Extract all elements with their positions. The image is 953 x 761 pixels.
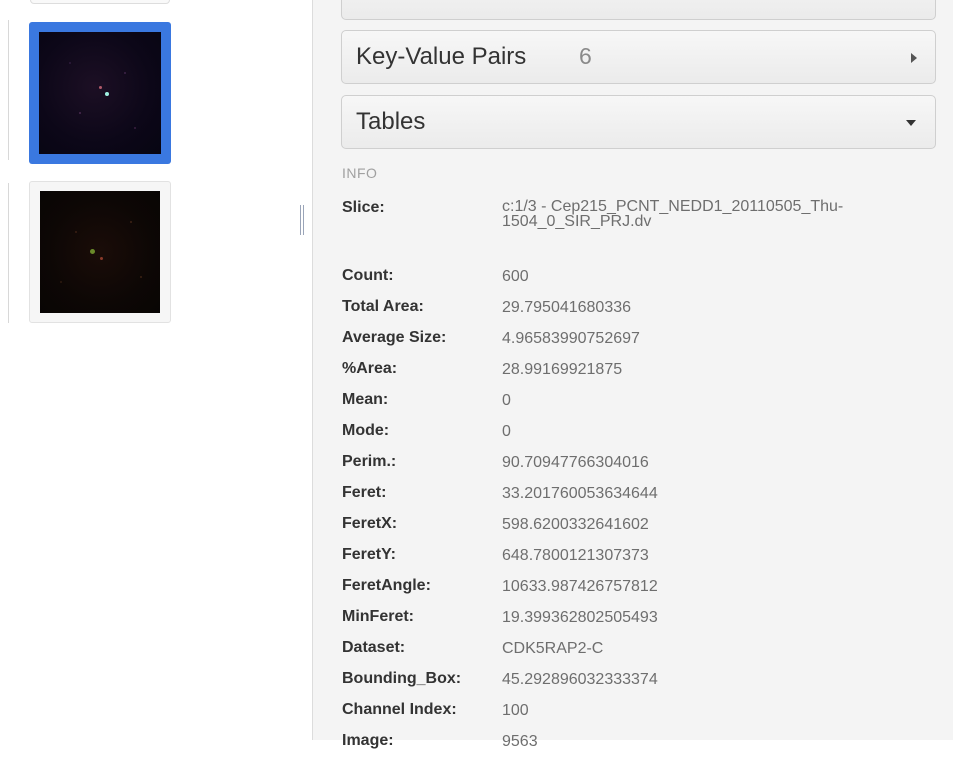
speck: [79, 112, 81, 114]
pane-edge-line: [8, 20, 9, 160]
info-value: 28.99169921875: [502, 361, 623, 378]
info-row: Image: 9563: [342, 730, 932, 761]
info-heading: INFO: [342, 165, 378, 181]
tables-header[interactable]: Tables: [341, 95, 936, 149]
info-key: Slice:: [342, 199, 385, 216]
speck: [130, 221, 132, 223]
info-row: MinFeret: 19.399362802505493: [342, 606, 932, 637]
pane-edge-line: [8, 183, 9, 323]
pane-resize-handle[interactable]: [300, 205, 304, 235]
speck: [90, 249, 95, 254]
info-row: Feret: 33.201760053634644: [342, 482, 932, 513]
info-table: Slice: c:1/3 - Cep215_PCNT_NEDD1_20110505…: [342, 197, 932, 761]
info-row: Dataset: CDK5RAP2-C: [342, 637, 932, 668]
speck: [140, 276, 142, 278]
info-key: Feret:: [342, 484, 387, 501]
panel-header-partial[interactable]: [341, 0, 936, 20]
info-value: 100: [502, 702, 529, 719]
speck: [75, 231, 77, 233]
info-key: %Area:: [342, 360, 398, 377]
info-value: 4.96583990752697: [502, 330, 640, 347]
info-value: 0: [502, 392, 511, 409]
info-row: FeretX: 598.6200332641602: [342, 513, 932, 544]
speck: [124, 72, 126, 74]
info-row: Total Area: 29.795041680336: [342, 296, 932, 327]
speck: [69, 62, 71, 64]
info-key: FeretX:: [342, 515, 398, 532]
info-key: Dataset:: [342, 639, 406, 656]
info-value: 45.292896032333374: [502, 671, 658, 688]
info-value: CDK5RAP2-C: [502, 640, 604, 657]
info-value: 9563: [502, 733, 538, 750]
info-value: 90.70947766304016: [502, 454, 649, 471]
info-value: 600: [502, 268, 529, 285]
metadata-pane: Key-Value Pairs 6 Tables INFO Slice: c:1/…: [312, 0, 953, 750]
speck: [100, 257, 103, 260]
speck: [60, 281, 62, 283]
info-row: Mode: 0: [342, 420, 932, 451]
info-key: Channel Index:: [342, 701, 457, 718]
info-row: Count: 600: [342, 265, 932, 296]
info-row: Bounding_Box: 45.292896032333374: [342, 668, 932, 699]
speck: [105, 92, 109, 96]
info-key: Perim.:: [342, 453, 397, 470]
info-key: MinFeret:: [342, 608, 414, 625]
info-row: Slice: c:1/3 - Cep215_PCNT_NEDD1_20110505…: [342, 197, 932, 265]
info-row: FeretY: 648.7800121307373: [342, 544, 932, 575]
panel-title: Key-Value Pairs: [356, 43, 527, 70]
info-row: Perim.: 90.70947766304016: [342, 451, 932, 482]
info-value: 10633.987426757812: [502, 578, 658, 595]
thumbnail-image: [39, 32, 161, 154]
thumbnail-image: [40, 191, 160, 313]
info-value: 33.201760053634644: [502, 485, 658, 502]
info-key: Image:: [342, 732, 394, 749]
caret-down-icon: [906, 120, 916, 126]
thumbnail-previous[interactable]: [30, 0, 170, 4]
info-row: FeretAngle: 10633.987426757812: [342, 575, 932, 606]
info-value: 19.399362802505493: [502, 609, 658, 626]
info-key: Bounding_Box:: [342, 670, 462, 687]
info-row: Mean: 0: [342, 389, 932, 420]
info-row: %Area: 28.99169921875: [342, 358, 932, 389]
info-row: Average Size: 4.96583990752697: [342, 327, 932, 358]
speck: [99, 86, 102, 89]
info-value: c:1/3 - Cep215_PCNT_NEDD1_20110505_Thu-1…: [502, 198, 844, 230]
thumbnail-pane: [0, 0, 312, 740]
info-key: FeretY:: [342, 546, 396, 563]
info-value: 0: [502, 423, 511, 440]
info-key: Mode:: [342, 422, 390, 439]
thumbnail-selected[interactable]: [29, 22, 171, 164]
info-value: 648.7800121307373: [502, 547, 649, 564]
info-row: Channel Index: 100: [342, 699, 932, 730]
info-key: Total Area:: [342, 298, 424, 315]
speck: [134, 127, 136, 129]
thumbnail[interactable]: [29, 181, 171, 323]
panel-title: Tables: [356, 108, 426, 135]
info-value: 598.6200332641602: [502, 516, 649, 533]
info-key: Mean:: [342, 391, 389, 408]
key-value-pairs-header[interactable]: Key-Value Pairs 6: [341, 30, 936, 84]
panel-count-badge: 6: [579, 43, 592, 69]
info-key: FeretAngle:: [342, 577, 431, 594]
info-key: Count:: [342, 267, 394, 284]
info-key: Average Size:: [342, 329, 447, 346]
info-value: 29.795041680336: [502, 299, 632, 316]
caret-right-icon: [911, 53, 917, 63]
